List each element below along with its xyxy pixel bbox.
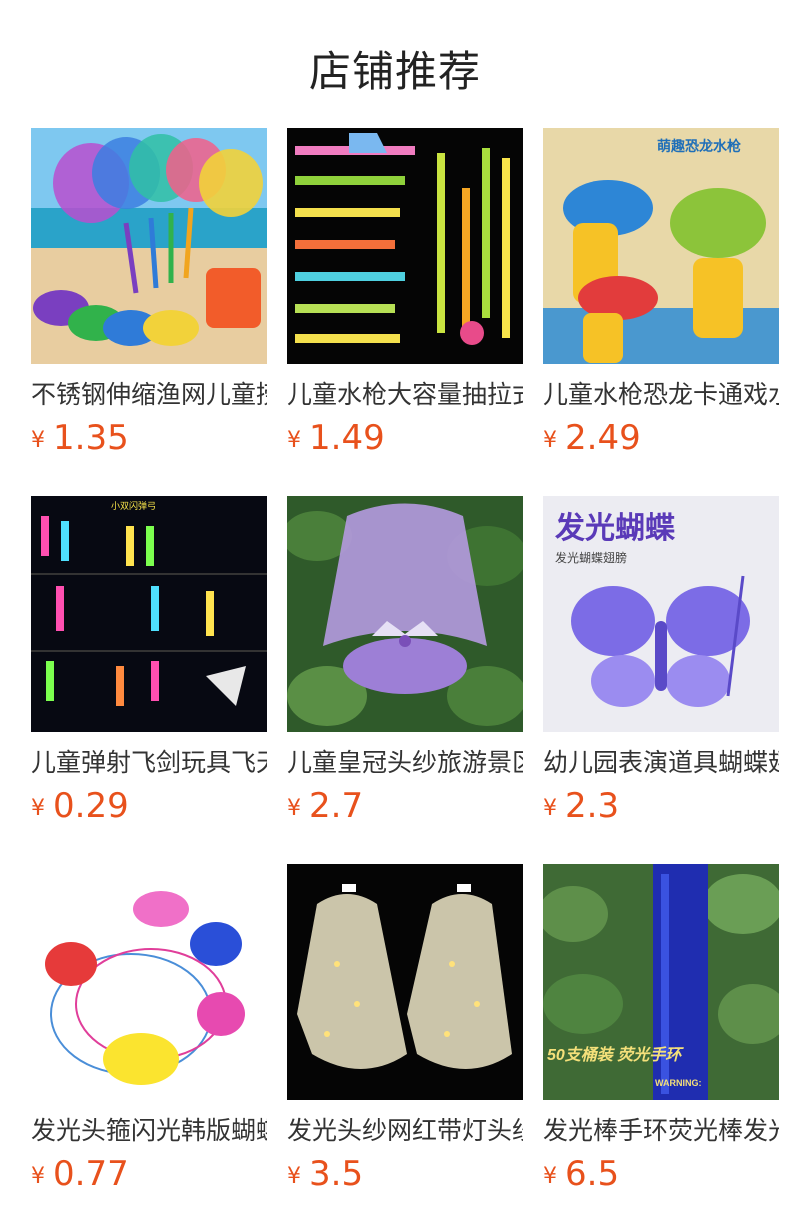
- product-image[interactable]: 50支桶装 荧光手环 WARNING:: [543, 864, 779, 1100]
- page-title: 店铺推荐: [308, 47, 481, 96]
- product-title[interactable]: 发光头箍闪光韩版蝴蝶结: [31, 1114, 267, 1148]
- product-image[interactable]: [31, 864, 267, 1100]
- product-image[interactable]: 萌趣恐龙水枪: [543, 128, 779, 364]
- price-amount: 2.3: [565, 786, 620, 826]
- product-price: ¥2.7: [287, 786, 523, 826]
- product-card[interactable]: 萌趣恐龙水枪 儿童水枪恐龙卡通戏水 ¥2.49: [543, 128, 779, 458]
- product-price: ¥3.5: [287, 1154, 523, 1194]
- price-amount: 0.29: [53, 786, 129, 826]
- product-image[interactable]: [287, 496, 523, 732]
- price-amount: 3.5: [309, 1154, 364, 1194]
- product-image[interactable]: [287, 864, 523, 1100]
- currency-symbol: ¥: [31, 428, 45, 453]
- product-card[interactable]: 发光蝴蝶 发光蝴蝶翅膀 幼儿园表演道具蝴蝶翅膀 ¥2.3: [543, 496, 779, 826]
- thumb-caption: 发光蝴蝶: [554, 512, 676, 545]
- product-price: ¥6.5: [543, 1154, 779, 1194]
- currency-symbol: ¥: [287, 428, 301, 453]
- currency-symbol: ¥: [543, 796, 557, 821]
- product-image[interactable]: 发光蝴蝶 发光蝴蝶翅膀: [543, 496, 779, 732]
- price-amount: 0.77: [53, 1154, 129, 1194]
- product-title[interactable]: 儿童皇冠头纱旅游景区: [287, 746, 523, 780]
- price-amount: 2.7: [309, 786, 364, 826]
- currency-symbol: ¥: [287, 1164, 301, 1189]
- product-price: ¥2.49: [543, 418, 779, 458]
- product-title[interactable]: 发光棒手环荧光棒发光: [543, 1114, 779, 1148]
- currency-symbol: ¥: [287, 796, 301, 821]
- thumb-caption: 萌趣恐龙水枪: [657, 138, 741, 154]
- thumb-subcaption: 发光蝴蝶翅膀: [555, 550, 627, 565]
- currency-symbol: ¥: [543, 1164, 557, 1189]
- thumb-caption: 50支桶装 荧光手环: [547, 1046, 684, 1064]
- product-card[interactable]: 儿童皇冠头纱旅游景区 ¥2.7: [287, 496, 523, 826]
- product-title[interactable]: 儿童水枪恐龙卡通戏水: [543, 378, 779, 412]
- price-amount: 2.49: [565, 418, 641, 458]
- product-price: ¥1.49: [287, 418, 523, 458]
- product-card[interactable]: 50支桶装 荧光手环 WARNING: 发光棒手环荧光棒发光 ¥6.5: [543, 864, 779, 1194]
- product-price: ¥0.77: [31, 1154, 267, 1194]
- price-amount: 1.49: [309, 418, 385, 458]
- product-card[interactable]: 发光头箍闪光韩版蝴蝶结 ¥0.77: [31, 864, 267, 1194]
- currency-symbol: ¥: [543, 428, 557, 453]
- product-title[interactable]: 发光头纱网红带灯头纱: [287, 1114, 523, 1148]
- product-image[interactable]: 小双闪弹弓: [31, 496, 267, 732]
- product-title[interactable]: 儿童弹射飞剑玩具飞天: [31, 746, 267, 780]
- price-amount: 1.35: [53, 418, 129, 458]
- product-title[interactable]: 不锈钢伸缩渔网儿童捞鱼网: [31, 378, 267, 412]
- product-image[interactable]: [31, 128, 267, 364]
- product-price: ¥2.3: [543, 786, 779, 826]
- price-amount: 6.5: [565, 1154, 620, 1194]
- product-price: ¥1.35: [31, 418, 267, 458]
- product-card[interactable]: 不锈钢伸缩渔网儿童捞鱼网 ¥1.35: [31, 128, 267, 458]
- product-image[interactable]: [287, 128, 523, 364]
- currency-symbol: ¥: [31, 1164, 45, 1189]
- thumb-caption: 小双闪弹弓: [111, 500, 156, 511]
- product-title[interactable]: 儿童水枪大容量抽拉式: [287, 378, 523, 412]
- thumb-subcaption: WARNING:: [655, 1078, 702, 1088]
- product-card[interactable]: 小双闪弹弓 儿童弹射飞剑玩具飞天 ¥0.29: [31, 496, 267, 826]
- product-price: ¥0.29: [31, 786, 267, 826]
- product-title[interactable]: 幼儿园表演道具蝴蝶翅膀: [543, 746, 779, 780]
- product-card[interactable]: 发光头纱网红带灯头纱 ¥3.5: [287, 864, 523, 1194]
- currency-symbol: ¥: [31, 796, 45, 821]
- product-card[interactable]: 儿童水枪大容量抽拉式 ¥1.49: [287, 128, 523, 458]
